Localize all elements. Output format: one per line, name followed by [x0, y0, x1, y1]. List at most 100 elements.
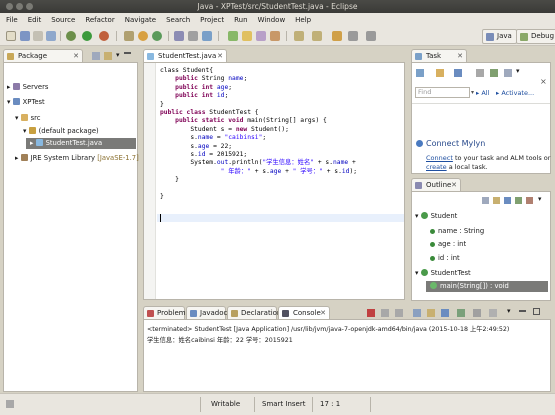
search-icon[interactable] — [188, 31, 198, 41]
menu-source[interactable]: Source — [51, 16, 75, 24]
remove-all-icon[interactable] — [395, 309, 403, 317]
create-link[interactable]: create — [426, 163, 447, 171]
menu-search[interactable]: Search — [166, 16, 190, 24]
external-tools-icon[interactable] — [99, 31, 109, 41]
toggle-mark-occurrences-icon[interactable] — [228, 31, 238, 41]
new-file-icon[interactable] — [6, 31, 16, 41]
toggle-breadcrumb-icon[interactable] — [242, 31, 252, 41]
sync-icon[interactable] — [476, 69, 484, 77]
clear-console-icon[interactable] — [413, 309, 421, 317]
hide-fields-icon[interactable] — [504, 197, 511, 204]
last-edit-location-icon[interactable] — [332, 31, 342, 41]
close-tab-icon[interactable]: ✕ — [73, 50, 79, 62]
close-window-icon[interactable] — [6, 3, 13, 10]
minimize-window-icon[interactable] — [16, 3, 23, 10]
terminate-icon[interactable] — [367, 309, 375, 317]
save-all-icon[interactable] — [33, 31, 43, 41]
hide-static-icon[interactable] — [515, 197, 522, 204]
print-icon[interactable] — [46, 31, 56, 41]
forward-icon[interactable] — [366, 31, 376, 41]
scroll-lock-icon[interactable] — [427, 309, 435, 317]
close-tab-icon[interactable]: ✕ — [451, 179, 457, 191]
tree-item-servers[interactable]: ▸ Servers — [7, 83, 48, 91]
menu-navigate[interactable]: Navigate — [125, 16, 156, 24]
show-whitespace-icon[interactable] — [270, 31, 280, 41]
activate-link[interactable]: ▸ Activate... — [496, 89, 534, 97]
tab-declaration[interactable]: Declaration — [227, 306, 281, 319]
outline-item-student[interactable]: ▾ Student — [415, 212, 457, 220]
fast-view-icon[interactable] — [6, 400, 14, 408]
back-icon[interactable] — [348, 31, 358, 41]
tab-javadoc[interactable]: Javadoc — [186, 306, 227, 319]
menu-file[interactable]: File — [6, 16, 18, 24]
outline-item-main[interactable]: main(String[]) : void — [426, 281, 548, 292]
menu-help[interactable]: Help — [295, 16, 311, 24]
menu-refactor[interactable]: Refactor — [85, 16, 114, 24]
run-icon[interactable] — [82, 31, 92, 41]
collapse-all-icon[interactable] — [482, 197, 489, 204]
categorized-icon[interactable] — [436, 69, 444, 77]
tree-item-studenttest-java[interactable]: ▸ StudentTest.java — [26, 138, 136, 149]
collapse-all-icon[interactable] — [504, 69, 512, 77]
hide-completed-icon[interactable] — [490, 69, 498, 77]
tree-item-xptest[interactable]: ▾ XPTest — [7, 98, 45, 106]
open-type-icon[interactable] — [174, 31, 184, 41]
new-class-icon[interactable] — [152, 31, 162, 41]
minimize-view-icon[interactable] — [124, 52, 131, 54]
menu-edit[interactable]: Edit — [28, 16, 42, 24]
minimize-view-icon[interactable] — [519, 310, 526, 312]
previous-annotation-icon[interactable] — [312, 31, 322, 41]
outline-item-age[interactable]: age : int — [430, 240, 466, 248]
menu-project[interactable]: Project — [200, 16, 224, 24]
maximize-view-icon[interactable] — [533, 308, 540, 315]
sort-icon[interactable] — [493, 197, 500, 204]
next-annotation-icon[interactable] — [294, 31, 304, 41]
tab-task-list[interactable]: Task List ✕ — [411, 49, 467, 72]
outline-item-name[interactable]: name : String — [430, 227, 484, 235]
view-menu-icon[interactable]: ▾ — [507, 307, 511, 315]
collapse-all-icon[interactable] — [92, 52, 100, 60]
close-tab-icon[interactable]: ✕ — [217, 50, 223, 62]
debug-icon[interactable] — [66, 31, 76, 41]
tab-outline[interactable]: Outline ✕ — [411, 178, 461, 191]
close-tab-icon[interactable]: ✕ — [320, 307, 326, 319]
all-link[interactable]: ▸ All — [476, 89, 489, 97]
code-editor[interactable]: class Student{ public String name; publi… — [143, 62, 405, 300]
menu-run[interactable]: Run — [234, 16, 247, 24]
perspective-java[interactable]: Java — [482, 29, 517, 44]
find-clear-icon[interactable]: ▾ — [471, 89, 474, 96]
tab-studenttest-java[interactable]: StudentTest.java ✕ — [143, 49, 227, 62]
close-tab-icon[interactable]: ✕ — [457, 50, 463, 62]
hide-non-public-icon[interactable] — [526, 197, 533, 204]
scheduled-icon[interactable] — [454, 69, 462, 77]
view-menu-icon[interactable]: ▾ — [516, 67, 520, 75]
open-console-icon[interactable] — [473, 309, 481, 317]
perspective-debug[interactable]: Debug — [516, 29, 555, 44]
tab-problems[interactable]: Problems — [143, 306, 189, 319]
tree-item-src[interactable]: ▾ src — [15, 114, 41, 122]
maximize-window-icon[interactable] — [26, 3, 33, 10]
view-menu-icon[interactable]: ▾ — [538, 195, 541, 203]
link-with-editor-icon[interactable] — [104, 52, 112, 60]
menu-window[interactable]: Window — [258, 16, 286, 24]
new-task-icon[interactable] — [416, 69, 424, 77]
close-mylyn-icon[interactable]: × — [540, 77, 547, 86]
tree-item-jre-system-library[interactable]: ▸ JRE System Library [JavaSE-1.7] — [15, 154, 139, 162]
pin-console-icon[interactable] — [441, 309, 449, 317]
remove-launch-icon[interactable] — [381, 309, 389, 317]
open-task-icon[interactable] — [202, 31, 212, 41]
connect-link[interactable]: Connect — [426, 154, 453, 162]
display-console-icon[interactable] — [457, 309, 465, 317]
tab-console[interactable]: Console ✕ — [278, 306, 330, 319]
view-menu-icon[interactable]: ▾ — [116, 51, 120, 59]
tree-item-default-package[interactable]: ▾ (default package) — [23, 127, 99, 135]
block-selection-icon[interactable] — [256, 31, 266, 41]
new-package-icon[interactable] — [138, 31, 148, 41]
new-java-project-icon[interactable] — [124, 31, 134, 41]
save-icon[interactable] — [20, 31, 30, 41]
outline-item-id[interactable]: id : int — [430, 254, 460, 262]
task-find-input[interactable]: Find — [415, 87, 470, 98]
outline-item-studenttest[interactable]: ▾ StudentTest — [415, 269, 471, 277]
tab-package-explorer[interactable]: Package Explorer ✕ — [3, 49, 83, 72]
console-options-icon[interactable] — [489, 309, 497, 317]
